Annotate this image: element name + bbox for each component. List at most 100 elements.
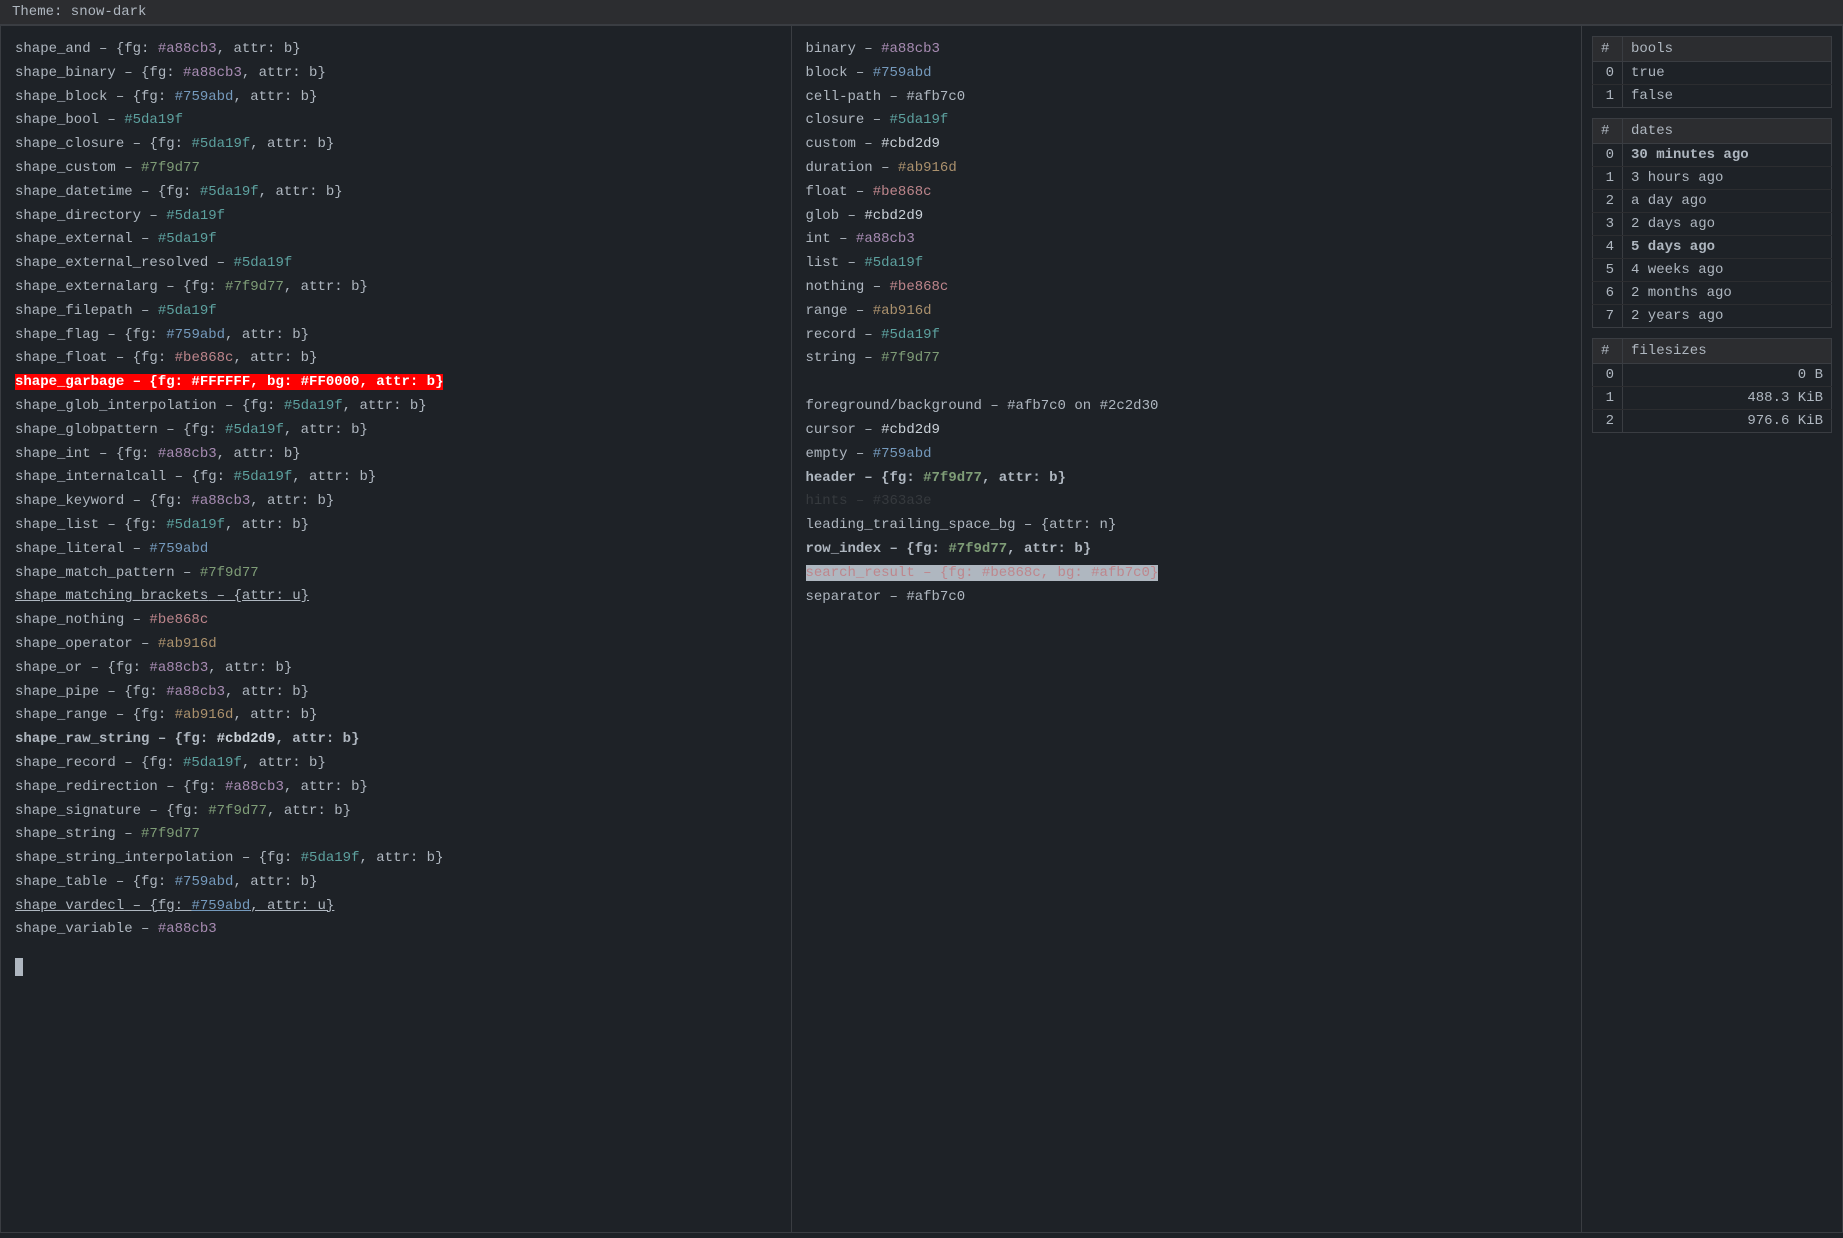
line: float – #be868c bbox=[806, 181, 1568, 205]
filesizes-value-2: 976.6 KiB bbox=[1623, 410, 1832, 433]
line: shape_datetime – {fg: #5da19f, attr: b} bbox=[15, 181, 777, 205]
dates-table: # dates 0 30 minutes ago 1 3 hours ago 2… bbox=[1592, 118, 1832, 328]
line: shape_filepath – #5da19f bbox=[15, 300, 777, 324]
line: shape_literal – #759abd bbox=[15, 538, 777, 562]
line-matching-brackets: shape_matching_brackets – {attr: u} bbox=[15, 585, 777, 609]
cursor-block bbox=[15, 950, 777, 976]
line-garbage: shape_garbage – {fg: #FFFFFF, bg: #FF000… bbox=[15, 371, 777, 395]
line: shape_signature – {fg: #7f9d77, attr: b} bbox=[15, 800, 777, 824]
table-row: 2 a day ago bbox=[1593, 190, 1832, 213]
line: custom – #cbd2d9 bbox=[806, 133, 1568, 157]
line: header – {fg: #7f9d77, attr: b} bbox=[806, 467, 1568, 491]
line: shape_raw_string – {fg: #cbd2d9, attr: b… bbox=[15, 728, 777, 752]
bools-table: # bools 0 true 1 false bbox=[1592, 36, 1832, 108]
table-row: 1 3 hours ago bbox=[1593, 167, 1832, 190]
table-row: 7 2 years ago bbox=[1593, 305, 1832, 328]
dates-value-3: 2 days ago bbox=[1623, 213, 1832, 236]
line: shape_externalarg – {fg: #7f9d77, attr: … bbox=[15, 276, 777, 300]
line: shape_custom – #7f9d77 bbox=[15, 157, 777, 181]
col-tables: # bools 0 true 1 false # dates bbox=[1582, 26, 1842, 1232]
line: shape_pipe – {fg: #a88cb3, attr: b} bbox=[15, 681, 777, 705]
line: shape_glob_interpolation – {fg: #5da19f,… bbox=[15, 395, 777, 419]
line: nothing – #be868c bbox=[806, 276, 1568, 300]
filesizes-hash-header: # bbox=[1593, 339, 1623, 364]
dates-index-0: 0 bbox=[1593, 144, 1623, 167]
line: shape_float – {fg: #be868c, attr: b} bbox=[15, 347, 777, 371]
dates-index-2: 2 bbox=[1593, 190, 1623, 213]
filesizes-value-0: 0 B bbox=[1623, 364, 1832, 387]
line: shape_record – {fg: #5da19f, attr: b} bbox=[15, 752, 777, 776]
line: row_index – {fg: #7f9d77, attr: b} bbox=[806, 538, 1568, 562]
filesizes-label-header: filesizes bbox=[1623, 339, 1832, 364]
line: closure – #5da19f bbox=[806, 109, 1568, 133]
dates-value-2: a day ago bbox=[1623, 190, 1832, 213]
line: shape_external – #5da19f bbox=[15, 228, 777, 252]
line: shape_external_resolved – #5da19f bbox=[15, 252, 777, 276]
dates-value-4: 5 days ago bbox=[1623, 236, 1832, 259]
dates-value-6: 2 months ago bbox=[1623, 282, 1832, 305]
line: glob – #cbd2d9 bbox=[806, 205, 1568, 229]
line: shape_and – {fg: #a88cb3, attr: b} bbox=[15, 38, 777, 62]
bools-value-1: false bbox=[1623, 85, 1832, 108]
table-row: 3 2 days ago bbox=[1593, 213, 1832, 236]
col-shapes: shape_and – {fg: #a88cb3, attr: b} shape… bbox=[1, 26, 792, 1232]
line: shape_match_pattern – #7f9d77 bbox=[15, 562, 777, 586]
dates-hash-header: # bbox=[1593, 119, 1623, 144]
line: shape_int – {fg: #a88cb3, attr: b} bbox=[15, 443, 777, 467]
table-row: 1 false bbox=[1593, 85, 1832, 108]
table-row: 4 5 days ago bbox=[1593, 236, 1832, 259]
filesizes-index-2: 2 bbox=[1593, 410, 1623, 433]
line: shape_or – {fg: #a88cb3, attr: b} bbox=[15, 657, 777, 681]
line: shape_binary – {fg: #a88cb3, attr: b} bbox=[15, 62, 777, 86]
line: cell-path – #afb7c0 bbox=[806, 86, 1568, 110]
line: string – #7f9d77 bbox=[806, 347, 1568, 371]
dates-value-7: 2 years ago bbox=[1623, 305, 1832, 328]
table-row: 0 0 B bbox=[1593, 364, 1832, 387]
table-row: 2 976.6 KiB bbox=[1593, 410, 1832, 433]
table-row: 6 2 months ago bbox=[1593, 282, 1832, 305]
dates-index-3: 3 bbox=[1593, 213, 1623, 236]
line: list – #5da19f bbox=[806, 252, 1568, 276]
bools-value-0: true bbox=[1623, 62, 1832, 85]
table-row: 0 true bbox=[1593, 62, 1832, 85]
bools-index-0: 0 bbox=[1593, 62, 1623, 85]
line: range – #ab916d bbox=[806, 300, 1568, 324]
line: block – #759abd bbox=[806, 62, 1568, 86]
line: shape_operator – #ab916d bbox=[15, 633, 777, 657]
line: foreground/background – #afb7c0 on #2c2d… bbox=[806, 395, 1568, 419]
line: shape_bool – #5da19f bbox=[15, 109, 777, 133]
line: shape_directory – #5da19f bbox=[15, 205, 777, 229]
line: shape_block – {fg: #759abd, attr: b} bbox=[15, 86, 777, 110]
line: shape_list – {fg: #5da19f, attr: b} bbox=[15, 514, 777, 538]
filesizes-value-1: 488.3 KiB bbox=[1623, 387, 1832, 410]
line: empty – #759abd bbox=[806, 443, 1568, 467]
line: shape_globpattern – {fg: #5da19f, attr: … bbox=[15, 419, 777, 443]
line: record – #5da19f bbox=[806, 324, 1568, 348]
line: shape_internalcall – {fg: #5da19f, attr:… bbox=[15, 466, 777, 490]
col-types: binary – #a88cb3 block – #759abd cell-pa… bbox=[792, 26, 1583, 1232]
bools-index-1: 1 bbox=[1593, 85, 1623, 108]
line: shape_flag – {fg: #759abd, attr: b} bbox=[15, 324, 777, 348]
dates-index-6: 6 bbox=[1593, 282, 1623, 305]
table-row: 0 30 minutes ago bbox=[1593, 144, 1832, 167]
dates-index-4: 4 bbox=[1593, 236, 1623, 259]
line: int – #a88cb3 bbox=[806, 228, 1568, 252]
line: shape_variable – #a88cb3 bbox=[15, 918, 777, 942]
dates-index-1: 1 bbox=[1593, 167, 1623, 190]
line: shape_string_interpolation – {fg: #5da19… bbox=[15, 847, 777, 871]
line: duration – #ab916d bbox=[806, 157, 1568, 181]
dates-index-7: 7 bbox=[1593, 305, 1623, 328]
dates-value-5: 4 weeks ago bbox=[1623, 259, 1832, 282]
filesizes-index-0: 0 bbox=[1593, 364, 1623, 387]
filesizes-table: # filesizes 0 0 B 1 488.3 KiB 2 976.6 Ki… bbox=[1592, 338, 1832, 433]
dates-value-0: 30 minutes ago bbox=[1623, 144, 1832, 167]
line: separator – #afb7c0 bbox=[806, 586, 1568, 610]
dates-value-1: 3 hours ago bbox=[1623, 167, 1832, 190]
line: shape_redirection – {fg: #a88cb3, attr: … bbox=[15, 776, 777, 800]
line-hints: hints – #363a3e bbox=[806, 490, 1568, 514]
table-row: 5 4 weeks ago bbox=[1593, 259, 1832, 282]
line: shape_range – {fg: #ab916d, attr: b} bbox=[15, 704, 777, 728]
line: shape_string – #7f9d77 bbox=[15, 823, 777, 847]
line: binary – #a88cb3 bbox=[806, 38, 1568, 62]
line: shape_nothing – #be868c bbox=[15, 609, 777, 633]
